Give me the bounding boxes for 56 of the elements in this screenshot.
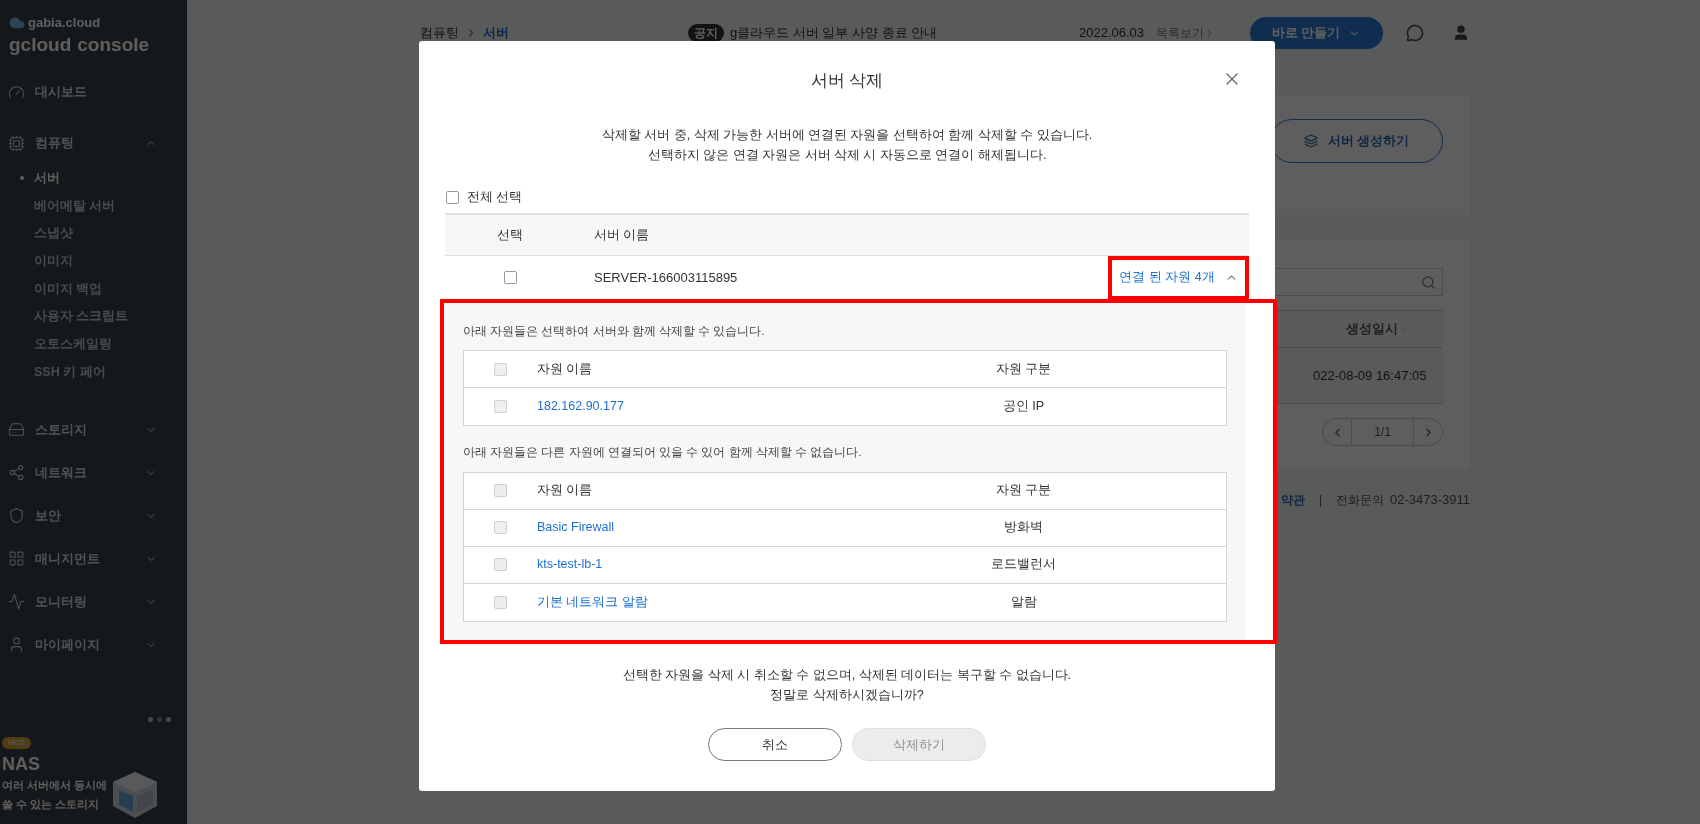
drive-icon	[8, 421, 25, 438]
warning-text: 정말로 삭제하시겠습니까?	[770, 687, 924, 704]
phone-number: 02-3473-3911	[1390, 491, 1470, 509]
checkbox[interactable]	[446, 190, 459, 204]
column-header[interactable]: 생성일시	[1346, 319, 1398, 339]
notice-date: 2022.06.03	[1079, 24, 1145, 43]
description-text: 삭제할 서버 중, 삭제 가능한 서버에 연결된 자원을 선택하여 함께 삭제할 수 있습니다.	[601, 127, 1093, 144]
column-header: 자원 구분	[994, 360, 1053, 378]
table-cell-text: 방화벽	[1003, 519, 1044, 537]
column-header: 자원 이름	[537, 482, 594, 500]
nav-subitem[interactable]: 서버	[0, 164, 187, 193]
table-cell-text: 알람	[1009, 593, 1038, 611]
hot-badge: HOT	[2, 737, 31, 749]
select-all-label[interactable]: 전체 선택	[467, 187, 523, 207]
quick-create-button[interactable]: 바로 만들기	[1250, 17, 1383, 49]
terms-link[interactable]: 약관	[1280, 490, 1305, 509]
column-header: 선택	[496, 226, 524, 244]
table-cell-text: 로드밸런서	[990, 556, 1057, 574]
phone-label: 전화문의	[1336, 491, 1384, 509]
chat-icon[interactable]	[1406, 24, 1424, 42]
group-note: 아래 자원들은 선택하여 서버와 함께 삭제할 수 있습니다.	[463, 324, 766, 339]
user-icon	[8, 636, 25, 653]
notice-link[interactable]: g클라우드 서버 일부 사양 종료 안내	[730, 23, 1079, 43]
promo-text: 쓸 수 있는 스토리지	[2, 797, 101, 812]
promo-title: NAS	[2, 753, 41, 776]
dialog-title: 서버 삭제	[810, 70, 884, 93]
cancel-button[interactable]: 취소	[708, 728, 842, 761]
logo-subtitle: console	[77, 32, 150, 57]
table-cell-text: 022-08-09 16:47:05	[1313, 366, 1427, 385]
warning-text: 선택한 자원을 삭제 시 취소할 수 없으며, 삭제된 데이터는 복구할 수 없습니다.	[622, 667, 1072, 684]
table-cell-text: 공인 IP	[1001, 398, 1046, 416]
notice-badge: 공지	[688, 24, 724, 42]
breadcrumb-link[interactable]: 컴퓨팅	[420, 23, 459, 43]
breadcrumb-current[interactable]: 서버	[483, 23, 509, 43]
checkbox[interactable]	[503, 271, 517, 284]
shield-icon	[8, 507, 25, 524]
gauge-icon	[8, 83, 25, 101]
column-header: 서버 이름	[594, 226, 650, 244]
description-text: 선택하지 않은 연결 자원은 서버 삭제 시 자동으로 연결이 해제됩니다.	[647, 147, 1047, 164]
logo-title: gcloud	[9, 32, 72, 57]
search-icon	[1421, 274, 1436, 290]
linked-resources-toggle[interactable]: 연결 된 자원 4개	[1108, 255, 1249, 300]
network-icon	[8, 464, 25, 481]
monitor-icon	[8, 593, 25, 610]
footer-separator: |	[1318, 491, 1322, 509]
chip-icon	[8, 134, 25, 152]
promo-text: 여러 서버에서 동시에	[2, 778, 109, 793]
user-icon[interactable]	[1452, 24, 1470, 42]
column-header: 자원 이름	[537, 360, 594, 378]
layers-icon	[1303, 134, 1318, 148]
server-name: SERVER-166003115895	[594, 268, 739, 287]
group-note: 아래 자원들은 다른 자원에 연결되어 있을 수 있어 함께 삭제할 수 없습니다.	[463, 445, 863, 461]
grid-icon	[8, 550, 25, 567]
page-indicator: 1/1	[1373, 424, 1392, 441]
logo-text: gabia.cloud	[28, 14, 101, 32]
column-header: 자원 구분	[994, 482, 1053, 500]
